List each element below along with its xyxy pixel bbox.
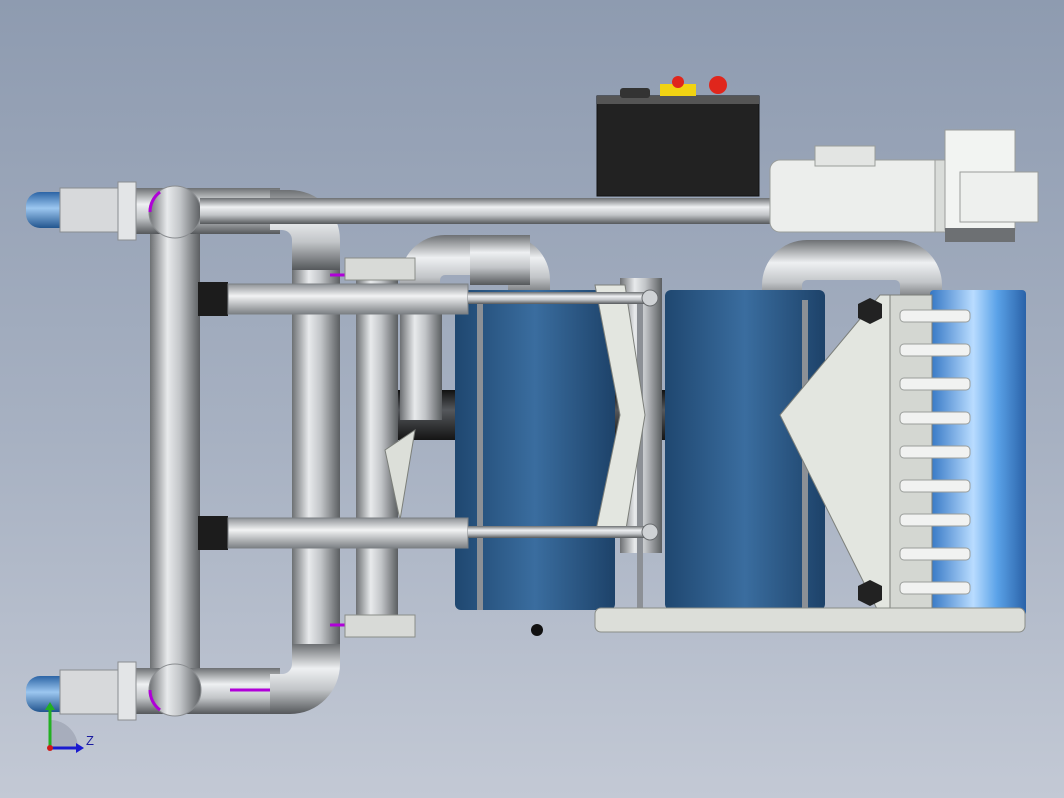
selector-switch-icon[interactable] (620, 88, 650, 98)
mid-vertical-pipe-2[interactable] (400, 300, 442, 420)
bearing-bracket-left (344, 614, 416, 638)
bolt-icon (531, 624, 543, 636)
bearing-bracket-top (344, 257, 416, 281)
caster-wheel-top[interactable] (26, 181, 137, 241)
emergency-stop-button-icon[interactable] (709, 76, 727, 94)
control-box[interactable] (596, 76, 760, 197)
cad-viewport[interactable] (0, 0, 1064, 798)
base-plate-strip (594, 607, 1026, 633)
start-button-icon[interactable] (672, 76, 684, 88)
top-rail-pipe[interactable] (200, 198, 780, 224)
z-axis-label: Z (86, 733, 94, 748)
x-axis-dot-icon (47, 745, 53, 751)
inner-frame-pipe[interactable] (270, 190, 345, 714)
outer-frame-pipe[interactable] (130, 185, 290, 717)
coordinate-triad-icon: Z (45, 702, 94, 753)
gear-motor[interactable] (769, 129, 1039, 242)
